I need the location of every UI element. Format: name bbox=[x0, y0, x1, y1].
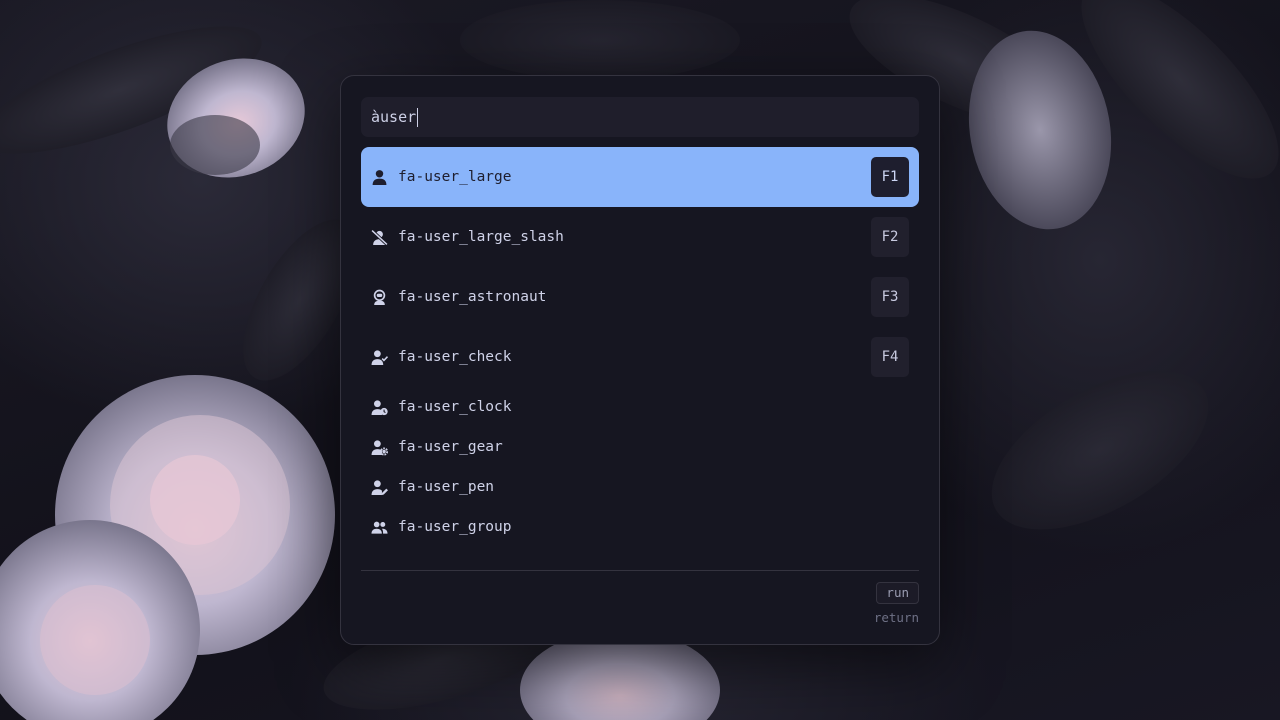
shortcut-key-badge: F3 bbox=[871, 277, 909, 317]
action-shortcut-hint: return bbox=[873, 610, 919, 625]
result-label: fa-user_large_slash bbox=[398, 229, 564, 245]
result-label: fa-user_group bbox=[398, 519, 512, 535]
shortcut-key-badge: F2 bbox=[871, 217, 909, 257]
result-row-user-check[interactable]: fa-user_check F4 bbox=[361, 327, 919, 387]
result-label: fa-user_pen bbox=[398, 479, 495, 495]
user-icon bbox=[371, 169, 388, 186]
shortcut-key-badge: F4 bbox=[871, 337, 909, 377]
user-pen-icon bbox=[371, 479, 388, 496]
user-clock-icon bbox=[371, 399, 388, 416]
result-label: fa-user_astronaut bbox=[398, 289, 547, 305]
result-label: fa-user_check bbox=[398, 349, 512, 365]
shortcut-key-badge: F1 bbox=[871, 157, 909, 197]
footer-divider bbox=[361, 570, 919, 571]
result-row-user-clock[interactable]: fa-user_clock bbox=[361, 387, 919, 427]
result-label: fa-user_clock bbox=[398, 399, 512, 415]
search-input[interactable]: àuser bbox=[361, 97, 919, 137]
user-group-icon bbox=[371, 519, 388, 536]
results-list: fa-user_large F1 fa-user_large_slash F2 … bbox=[361, 147, 919, 547]
user-slash-icon bbox=[371, 228, 388, 246]
result-row-user-large[interactable]: fa-user_large F1 bbox=[361, 147, 919, 207]
user-gear-icon bbox=[371, 439, 388, 456]
result-label: fa-user_gear bbox=[398, 439, 503, 455]
result-row-user-large-slash[interactable]: fa-user_large_slash F2 bbox=[361, 207, 919, 267]
search-query-text: àuser bbox=[371, 108, 417, 126]
result-label: fa-user_large bbox=[398, 169, 512, 185]
result-row-user-astronaut[interactable]: fa-user_astronaut F3 bbox=[361, 267, 919, 327]
text-caret bbox=[417, 107, 419, 127]
result-row-user-group[interactable]: fa-user_group bbox=[361, 507, 919, 547]
action-footer: run return bbox=[874, 582, 919, 625]
launcher-window: àuser fa-user_large F1 fa-user_large_sla… bbox=[340, 75, 940, 645]
user-astronaut-icon bbox=[371, 289, 388, 306]
result-row-user-pen[interactable]: fa-user_pen bbox=[361, 467, 919, 507]
result-row-user-gear[interactable]: fa-user_gear bbox=[361, 427, 919, 467]
run-action-button[interactable]: run bbox=[876, 582, 919, 604]
user-check-icon bbox=[371, 349, 388, 366]
